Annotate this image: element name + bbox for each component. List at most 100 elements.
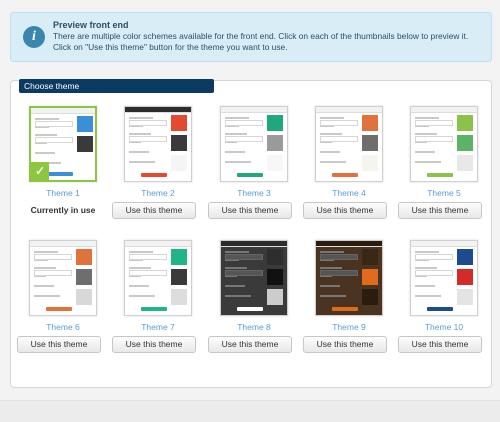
- color-swatch: [267, 115, 283, 131]
- color-swatch: [362, 289, 378, 305]
- checkmark-icon: ✓: [31, 162, 49, 180]
- thumbnail-field: [225, 254, 263, 260]
- color-swatch: [171, 289, 187, 305]
- color-swatch: [362, 249, 378, 265]
- theme-thumbnail-10[interactable]: [410, 240, 478, 316]
- use-this-theme-button[interactable]: Use this theme: [208, 202, 292, 219]
- color-swatch: [267, 249, 283, 265]
- thumbnail-line: [225, 151, 245, 153]
- color-swatch: [457, 155, 473, 171]
- theme-thumbnail-3[interactable]: [220, 106, 288, 182]
- thumbnail-line: [34, 295, 60, 297]
- use-this-theme-button[interactable]: Use this theme: [303, 202, 387, 219]
- thumbnail-line: [129, 151, 149, 153]
- thumbnail-field: [129, 136, 167, 142]
- thumbnail-line: [225, 285, 245, 287]
- theme-label[interactable]: Theme 1: [25, 188, 101, 198]
- theme-thumbnail-7[interactable]: [124, 240, 192, 316]
- thumbnail-field: [129, 254, 167, 260]
- theme-label[interactable]: Theme 3: [216, 188, 292, 198]
- thumbnail-line: [225, 267, 247, 269]
- theme-thumbnail-2[interactable]: [124, 106, 192, 182]
- thumbnail-header: [30, 241, 96, 247]
- theme-thumbnail-6[interactable]: [29, 240, 97, 316]
- theme-thumbnail-9[interactable]: [315, 240, 383, 316]
- thumbnail-field: [320, 254, 358, 260]
- thumbnail-line: [35, 152, 55, 154]
- thumbnail-header: [31, 108, 95, 114]
- thumbnail-line: [129, 295, 155, 297]
- thumbnail-line: [415, 133, 437, 135]
- thumbnail-button: [141, 173, 167, 177]
- theme-thumbnail-5[interactable]: [410, 106, 478, 182]
- thumbnail-header: [125, 241, 191, 247]
- use-this-theme-button[interactable]: Use this theme: [398, 202, 482, 219]
- use-this-theme-button[interactable]: Use this theme: [112, 202, 196, 219]
- thumbnail-line: [225, 133, 247, 135]
- thumbnail-button: [141, 307, 167, 311]
- thumbnail-line: [415, 251, 439, 253]
- thumbnail-field: [35, 137, 73, 143]
- thumbnail-field: [225, 136, 263, 142]
- theme-label[interactable]: Theme 8: [216, 322, 292, 332]
- theme-label[interactable]: Theme 5: [406, 188, 482, 198]
- thumbnail-line: [415, 267, 437, 269]
- color-swatch: [267, 155, 283, 171]
- thumbnail-field: [415, 136, 453, 142]
- color-swatch: [171, 155, 187, 171]
- thumbnail-line: [34, 267, 56, 269]
- thumbnail-line: [415, 151, 435, 153]
- thumbnail-line: [415, 117, 439, 119]
- theme-label[interactable]: Theme 4: [311, 188, 387, 198]
- theme-label[interactable]: Theme 6: [25, 322, 101, 332]
- use-this-theme-button[interactable]: Use this theme: [17, 336, 101, 353]
- thumbnail-field: [35, 121, 73, 127]
- thumbnail-line: [129, 161, 155, 163]
- theme-label[interactable]: Theme 7: [120, 322, 196, 332]
- thumbnail-button: [47, 172, 73, 176]
- thumbnail-line: [129, 133, 151, 135]
- theme-label[interactable]: Theme 10: [406, 322, 482, 332]
- thumbnail-field: [415, 254, 453, 260]
- thumbnail-field: [320, 270, 358, 276]
- thumbnail-field: [129, 120, 167, 126]
- use-this-theme-button[interactable]: Use this theme: [303, 336, 387, 353]
- theme-label[interactable]: Theme 2: [120, 188, 196, 198]
- color-swatch: [76, 249, 92, 265]
- thumbnail-field: [415, 120, 453, 126]
- thumbnail-line: [225, 251, 249, 253]
- thumbnail-button: [332, 307, 358, 311]
- color-swatch: [76, 289, 92, 305]
- theme-thumbnail-8[interactable]: [220, 240, 288, 316]
- use-this-theme-button[interactable]: Use this theme: [398, 336, 482, 353]
- theme-thumbnail-1[interactable]: ✓: [29, 106, 97, 182]
- color-swatch: [362, 155, 378, 171]
- thumbnail-button: [46, 307, 72, 311]
- thumbnail-field: [225, 120, 263, 126]
- color-swatch: [457, 269, 473, 285]
- theme-label[interactable]: Theme 9: [311, 322, 387, 332]
- notice-title: Preview front end: [53, 20, 129, 30]
- thumbnail-line: [320, 251, 344, 253]
- use-this-theme-button[interactable]: Use this theme: [208, 336, 292, 353]
- color-swatch: [77, 156, 93, 172]
- theme-thumbnail-4[interactable]: [315, 106, 383, 182]
- thumbnail-line: [225, 161, 251, 163]
- thumbnail-line: [320, 295, 346, 297]
- thumbnail-button: [237, 307, 263, 311]
- thumbnail-line: [34, 285, 54, 287]
- thumbnail-line: [225, 117, 249, 119]
- color-swatch: [77, 116, 93, 132]
- color-swatch: [171, 115, 187, 131]
- thumbnail-line: [320, 161, 346, 163]
- thumbnail-header: [316, 241, 382, 247]
- color-swatch: [267, 289, 283, 305]
- thumbnail-line: [415, 161, 441, 163]
- thumbnail-header: [221, 241, 287, 247]
- use-this-theme-button[interactable]: Use this theme: [112, 336, 196, 353]
- color-swatch: [267, 135, 283, 151]
- color-swatch: [171, 269, 187, 285]
- color-swatch: [362, 269, 378, 285]
- color-swatch: [457, 135, 473, 151]
- color-swatch: [171, 249, 187, 265]
